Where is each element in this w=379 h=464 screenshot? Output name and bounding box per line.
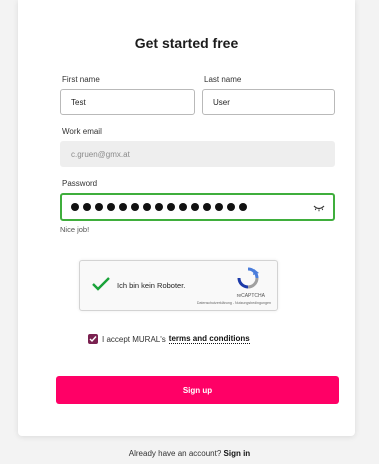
work-email-value: c.gruen@gmx.at	[71, 149, 130, 159]
recaptcha-widget[interactable]: Ich bin kein Roboter. reCAPTCHA Datensch…	[79, 260, 278, 311]
last-name-label: Last name	[204, 75, 242, 84]
password-mask-dot	[215, 203, 223, 211]
terms-link[interactable]: terms and conditions	[168, 334, 250, 344]
password-mask	[71, 203, 247, 211]
signin-prompt: Already have an account?	[128, 449, 222, 458]
password-mask-dot	[179, 203, 187, 211]
sign-up-button[interactable]: Sign up	[56, 376, 339, 404]
work-email-field[interactable]: c.gruen@gmx.at	[60, 141, 335, 167]
checkbox-checked-icon[interactable]	[88, 334, 98, 344]
password-mask-dot	[191, 203, 199, 211]
password-mask-dot	[71, 203, 79, 211]
signin-link[interactable]: Sign in	[224, 449, 251, 458]
last-name-value: User	[213, 97, 230, 107]
footer: Already have an account? Sign in	[0, 449, 379, 458]
captcha-label: Ich bin kein Roboter.	[117, 281, 186, 290]
last-name-field[interactable]: User	[202, 89, 335, 115]
password-mask-dot	[155, 203, 163, 211]
captcha-legal[interactable]: Datenschutzerklärung - Nutzungsbedingung…	[197, 301, 271, 305]
password-mask-dot	[143, 203, 151, 211]
password-mask-dot	[131, 203, 139, 211]
page-title: Get started free	[134, 35, 239, 51]
terms-prefix: I accept MURAL's	[102, 334, 166, 344]
password-mask-dot	[119, 203, 127, 211]
password-mask-dot	[107, 203, 115, 211]
password-mask-dot	[83, 203, 91, 211]
first-name-value: Test	[71, 97, 86, 107]
terms-row: I accept MURAL's terms and conditions	[88, 334, 250, 344]
password-mask-dot	[167, 203, 175, 211]
eye-icon[interactable]	[313, 204, 325, 214]
recaptcha-logo-icon	[237, 267, 259, 294]
work-email-label: Work email	[62, 127, 102, 136]
password-hint: Nice job!	[60, 225, 90, 234]
signup-card: Get started free First name Test Last na…	[18, 0, 355, 436]
captcha-check-icon[interactable]	[91, 276, 111, 297]
password-label: Password	[62, 179, 98, 188]
first-name-label: First name	[62, 75, 100, 84]
password-mask-dot	[95, 203, 103, 211]
captcha-brand: reCAPTCHA	[236, 293, 265, 299]
password-mask-dot	[239, 203, 247, 211]
password-mask-dot	[203, 203, 211, 211]
password-field[interactable]	[60, 193, 335, 221]
password-mask-dot	[227, 203, 235, 211]
first-name-field[interactable]: Test	[60, 89, 195, 115]
